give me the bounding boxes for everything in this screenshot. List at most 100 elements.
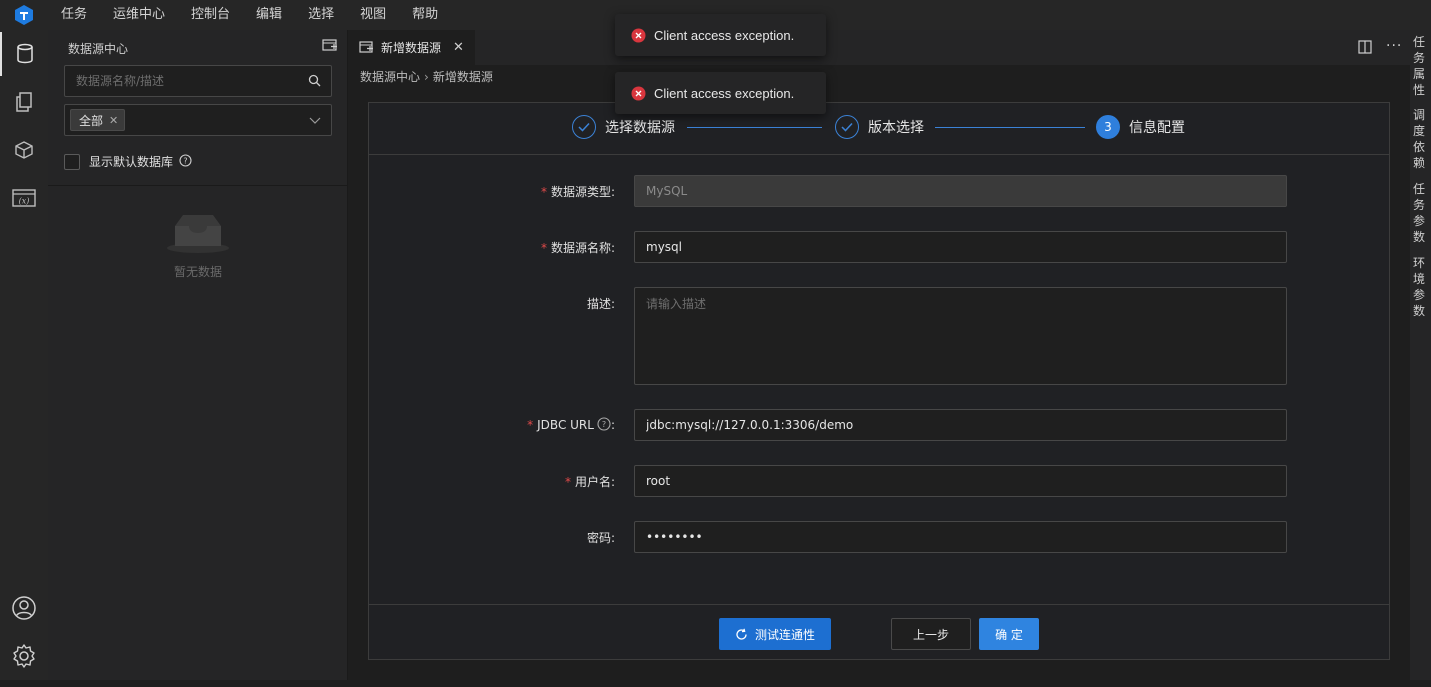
- menu-ops-center[interactable]: 运维中心: [100, 0, 178, 30]
- previous-step-button[interactable]: 上一步: [891, 618, 971, 650]
- breadcrumb-item-datasource-center[interactable]: 数据源中心: [360, 68, 420, 85]
- description-field[interactable]: [634, 287, 1287, 385]
- datasource-name-field[interactable]: [634, 231, 1287, 263]
- menu-view[interactable]: 视图: [347, 0, 399, 30]
- empty-box-icon: [167, 215, 229, 253]
- logo-icon: [15, 5, 33, 25]
- check-icon: [572, 115, 596, 139]
- step-version: 版本选择: [835, 115, 924, 139]
- svg-text:(x): (x): [19, 197, 30, 206]
- breadcrumb-separator-icon: ›: [424, 69, 429, 84]
- status-bar: [0, 680, 1431, 687]
- step-info-config: 3 信息配置: [1096, 115, 1185, 139]
- split-editor-icon[interactable]: [1358, 40, 1372, 57]
- close-icon[interactable]: ✕: [453, 40, 464, 55]
- error-icon: [631, 28, 646, 42]
- app-logo: [0, 0, 48, 30]
- editor-area: 新增数据源 ✕ ··· 数据源中心 › 新增数据源 选择数据源 版本选择 3 信…: [348, 30, 1410, 687]
- type-label: * 数据源类型:: [540, 185, 615, 199]
- variable-icon: (x): [12, 189, 36, 207]
- empty-text: 暂无数据: [173, 265, 222, 279]
- required-mark: *: [527, 418, 534, 432]
- test-connection-button[interactable]: 测试连通性: [719, 618, 831, 650]
- menu-help[interactable]: 帮助: [399, 0, 451, 30]
- more-actions-icon[interactable]: ···: [1386, 38, 1402, 54]
- empty-state: 暂无数据: [158, 212, 238, 280]
- password-field[interactable]: [634, 521, 1287, 553]
- refresh-icon: [736, 628, 747, 640]
- step-label: 信息配置: [1129, 120, 1185, 136]
- activity-variables[interactable]: (x): [0, 176, 48, 220]
- toast-message: Client access exception.: [654, 85, 795, 101]
- add-datasource-button[interactable]: [322, 39, 338, 56]
- panel-task-properties[interactable]: 任务属性: [1413, 34, 1427, 98]
- step-select-datasource: 选择数据源: [572, 115, 675, 139]
- menu-edit[interactable]: 编辑: [243, 0, 295, 30]
- help-icon[interactable]: ?: [179, 153, 192, 170]
- activity-settings[interactable]: [0, 634, 48, 678]
- steps-bar: 选择数据源 版本选择 3 信息配置: [369, 103, 1389, 155]
- step-connector: [687, 127, 822, 128]
- activity-account[interactable]: [0, 586, 48, 630]
- search-icon[interactable]: [308, 74, 321, 90]
- svg-text:?: ?: [602, 420, 606, 429]
- chevron-down-icon[interactable]: [309, 114, 321, 129]
- search-input[interactable]: [65, 66, 295, 96]
- breadcrumb-item-new-datasource: 新增数据源: [432, 70, 493, 84]
- settings-icon: [13, 644, 35, 668]
- add-datasource-icon: [322, 39, 337, 51]
- name-label: * 数据源名称:: [540, 241, 615, 255]
- panel-env-params[interactable]: 环境参数: [1413, 255, 1427, 319]
- required-mark: *: [540, 185, 547, 199]
- database-icon: [17, 43, 33, 64]
- datasource-type-field: [634, 175, 1287, 207]
- tab-label: 新增数据源: [381, 41, 442, 55]
- step-label: 选择数据源: [605, 120, 675, 136]
- show-default-db-label: 显示默认数据库: [89, 155, 174, 169]
- show-default-db-row: 显示默认数据库 ?: [64, 153, 192, 170]
- required-mark: *: [540, 241, 547, 255]
- activity-files[interactable]: [0, 80, 48, 124]
- menu-console[interactable]: 控制台: [178, 0, 243, 30]
- username-field[interactable]: [634, 465, 1287, 497]
- panel-task-params[interactable]: 任务参数: [1413, 181, 1427, 245]
- show-default-db-checkbox[interactable]: [64, 153, 80, 170]
- package-icon: [15, 141, 33, 159]
- datasource-form-panel: 选择数据源 版本选择 3 信息配置 *数据源类型: *数据源名称:: [368, 102, 1390, 660]
- password-label: 密码:: [586, 531, 615, 545]
- help-icon[interactable]: ?: [597, 417, 611, 434]
- tab-new-datasource[interactable]: 新增数据源 ✕: [348, 30, 475, 65]
- activity-datasource[interactable]: [0, 32, 48, 76]
- tab-bar: 新增数据源 ✕ ···: [348, 30, 1410, 65]
- sidebar-title: 数据源中心: [68, 42, 129, 56]
- menu-select[interactable]: 选择: [295, 0, 347, 30]
- error-icon: [631, 86, 646, 100]
- required-mark: *: [564, 475, 571, 489]
- jdbc-url-label: * JDBC URL?:: [527, 417, 615, 434]
- datasource-search: [64, 65, 332, 97]
- toast-message: Client access exception.: [654, 27, 795, 43]
- panel-schedule-dependency[interactable]: 调度依赖: [1413, 107, 1427, 171]
- step-connector: [935, 127, 1085, 128]
- filter-tag-label: 全部: [79, 113, 104, 128]
- svg-text:?: ?: [183, 156, 187, 165]
- files-icon: [16, 92, 32, 112]
- jdbc-url-field[interactable]: [634, 409, 1287, 441]
- right-panel-bar: 任务属性 调度依赖 任务参数 环境参数: [1410, 30, 1431, 687]
- menu-task[interactable]: 任务: [48, 0, 100, 30]
- activity-package[interactable]: [0, 128, 48, 172]
- error-toast: Client access exception.: [615, 14, 826, 56]
- datasource-tab-icon: [359, 41, 373, 53]
- account-icon: [12, 596, 36, 620]
- breadcrumb: 数据源中心 › 新增数据源: [360, 68, 493, 85]
- confirm-button[interactable]: 确 定: [979, 618, 1039, 650]
- username-label: * 用户名:: [564, 475, 615, 489]
- error-toast: Client access exception.: [615, 72, 826, 114]
- activity-bar: (x): [0, 30, 48, 687]
- filter-tag: 全部 ✕: [70, 109, 126, 131]
- sidebar: 数据源中心 全部 ✕ 显示默认数据库 ?: [48, 30, 348, 687]
- datasource-type-select[interactable]: 全部 ✕: [64, 104, 332, 136]
- close-icon[interactable]: ✕: [109, 114, 118, 127]
- check-icon: [835, 115, 859, 139]
- sidebar-divider: [48, 185, 347, 186]
